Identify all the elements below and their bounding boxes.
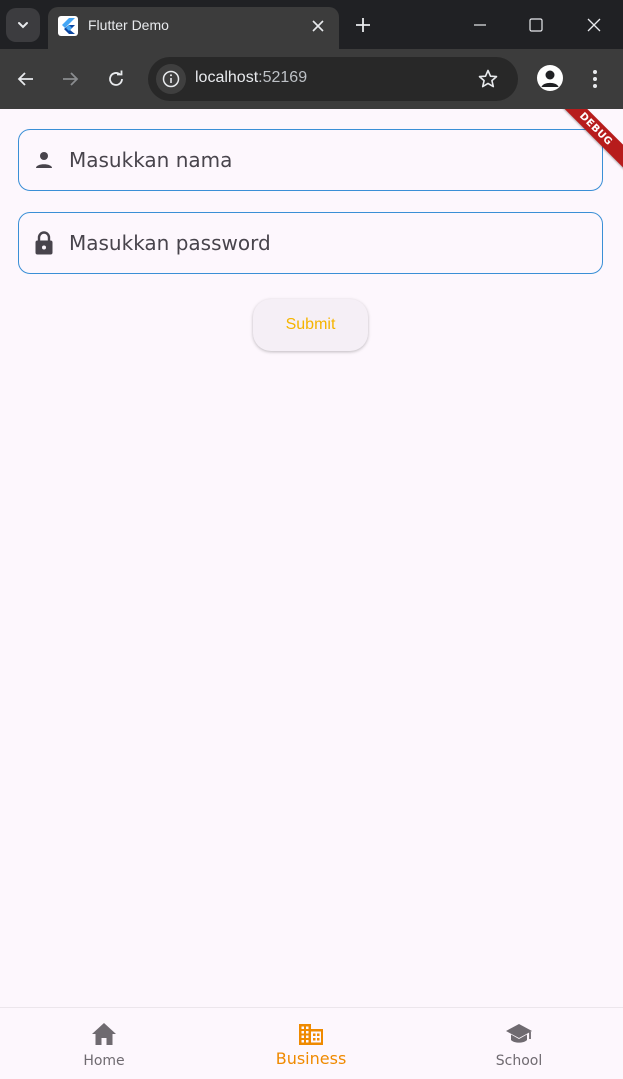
lock-icon xyxy=(32,231,56,255)
maximize-icon xyxy=(529,18,543,32)
maximize-button[interactable] xyxy=(521,10,551,40)
business-icon xyxy=(297,1020,325,1048)
tab-search-button[interactable] xyxy=(6,8,40,42)
address-bar[interactable]: localhost:52169 xyxy=(148,57,518,101)
name-field[interactable] xyxy=(18,129,603,191)
tab-close-button[interactable] xyxy=(307,15,329,37)
profile-avatar[interactable] xyxy=(537,65,563,91)
browser-toolbar: localhost:52169 xyxy=(0,49,623,109)
bookmark-button[interactable] xyxy=(476,67,500,91)
nav-label-school: School xyxy=(495,1053,543,1069)
school-icon xyxy=(505,1020,533,1048)
info-icon xyxy=(162,70,180,88)
tab-title: Flutter Demo xyxy=(88,17,169,33)
minimize-button[interactable] xyxy=(465,10,495,40)
nav-item-business[interactable]: Business xyxy=(207,1008,415,1079)
nav-item-home[interactable]: Home xyxy=(0,1008,208,1079)
arrow-left-icon xyxy=(17,72,33,86)
site-info-button[interactable] xyxy=(156,64,186,94)
browser-tab[interactable]: Flutter Demo xyxy=(48,7,339,49)
submit-button[interactable]: Submit xyxy=(253,299,368,351)
home-icon xyxy=(90,1020,118,1048)
password-field[interactable] xyxy=(18,212,603,274)
close-window-button[interactable] xyxy=(579,10,609,40)
back-button[interactable] xyxy=(11,64,41,94)
nav-item-school[interactable]: School xyxy=(415,1008,623,1079)
reload-button[interactable] xyxy=(101,64,131,94)
minimize-icon xyxy=(474,24,486,26)
name-input[interactable] xyxy=(69,130,589,189)
nav-label-home: Home xyxy=(83,1053,125,1069)
url-text[interactable]: localhost:52169 xyxy=(195,69,307,87)
url-port: :52169 xyxy=(258,69,308,86)
flutter-logo-icon xyxy=(58,16,78,36)
star-icon xyxy=(478,69,498,88)
password-input[interactable] xyxy=(69,213,589,272)
forward-button[interactable] xyxy=(55,64,85,94)
app-viewport: Submit DEBUG Home xyxy=(0,109,623,1079)
person-icon xyxy=(32,148,56,172)
browser-titlebar: Flutter Demo xyxy=(0,0,623,49)
new-tab-button[interactable] xyxy=(352,14,374,36)
url-host: localhost xyxy=(195,69,259,86)
nav-label-business: Business xyxy=(275,1049,347,1068)
close-icon xyxy=(587,18,601,32)
chevron-down-icon xyxy=(18,22,28,29)
browser-menu-button[interactable] xyxy=(583,64,607,94)
bottom-navigation-bar: Home Business School xyxy=(0,1007,623,1079)
close-icon xyxy=(312,20,324,32)
more-vertical-icon xyxy=(593,70,597,88)
plus-icon xyxy=(356,18,370,32)
person-icon xyxy=(541,70,559,87)
arrow-right-icon xyxy=(63,72,79,86)
reload-icon xyxy=(109,70,123,86)
